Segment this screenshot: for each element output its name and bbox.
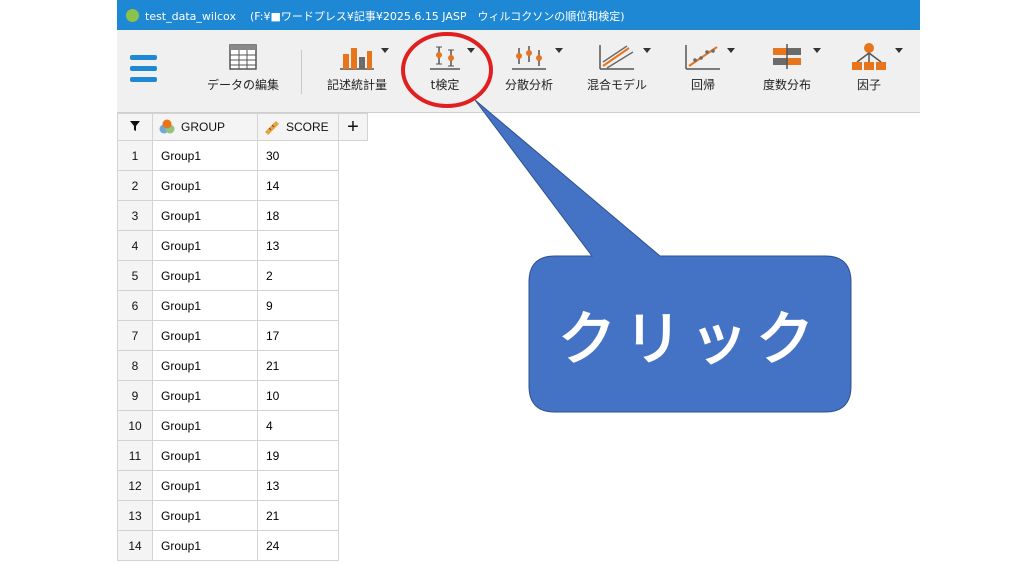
callout-text: クリック bbox=[557, 305, 822, 373]
annotation-overlay bbox=[401, 32, 852, 413]
highlight-circle bbox=[401, 32, 493, 108]
